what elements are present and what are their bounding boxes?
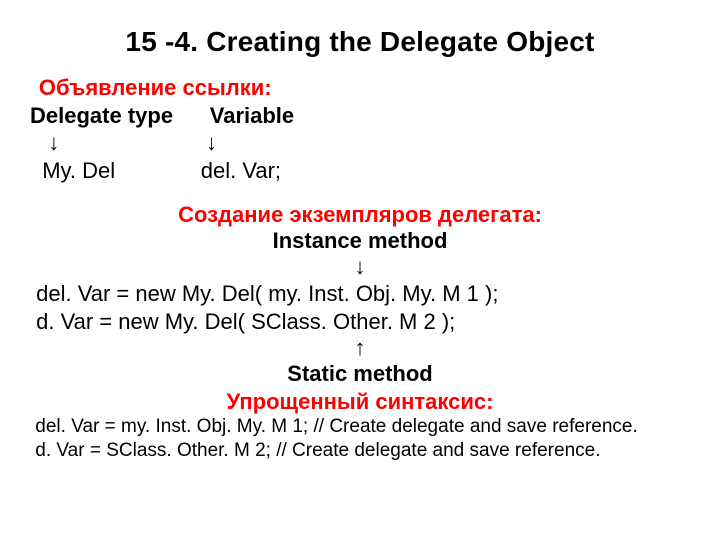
instances-heading: Создание экземпляров делегата: [30,202,690,228]
simplified-code-line2: d. Var = SClass. Other. M 2; // Create d… [30,439,690,463]
code-line: d. Var = new My. Del( SClass. Other. M 2… [36,309,455,334]
code-mydel: My. Del [42,158,115,183]
code-line: del. Var = new My. Del( my. Inst. Obj. M… [36,281,498,306]
section-instances: Создание экземпляров делегата: Instance … [30,202,690,387]
declaration-labels-row: Delegate type Variable [30,102,690,130]
label-variable: Variable [210,103,294,128]
simplified-code-line1: del. Var = my. Inst. Obj. My. M 1; // Cr… [30,415,690,439]
declaration-heading: Объявление ссылки: [39,75,272,100]
arrow-down-icon: ↓ [48,130,59,155]
instances-heading-text: Создание экземпляров делегата: [178,202,542,227]
simplified-heading: Упрощенный синтаксис: [30,389,690,415]
simplified-heading-text: Упрощенный синтаксис: [227,389,494,414]
instance-code-line1: del. Var = new My. Del( my. Inst. Obj. M… [30,280,690,308]
arrow-up-icon: ↑ [30,335,690,361]
code-line: del. Var = my. Inst. Obj. My. M 1; // Cr… [35,416,637,437]
slide-page: 15 -4. Creating the Delegate Object Объя… [0,0,720,540]
code-delvar: del. Var; [201,158,281,183]
section-simplified: Упрощенный синтаксис: del. Var = my. Ins… [30,389,690,463]
code-line: d. Var = SClass. Other. M 2; // Create d… [35,440,600,461]
arrow-down-icon: ↓ [30,254,690,280]
static-method-label: Static method [30,361,690,387]
section-declaration: Объявление ссылки: Delegate type Variabl… [30,74,690,184]
instance-code-line2: d. Var = new My. Del( SClass. Other. M 2… [30,308,690,336]
arrow-down-icon: ↓ [206,130,217,155]
declaration-code-row: My. Del del. Var; [30,157,690,185]
instance-method-label: Instance method [30,228,690,254]
declaration-arrows-row: ↓ ↓ [30,129,690,157]
label-delegate-type: Delegate type [30,103,173,128]
declaration-heading-row: Объявление ссылки: [30,74,690,102]
slide-title: 15 -4. Creating the Delegate Object [30,26,690,58]
